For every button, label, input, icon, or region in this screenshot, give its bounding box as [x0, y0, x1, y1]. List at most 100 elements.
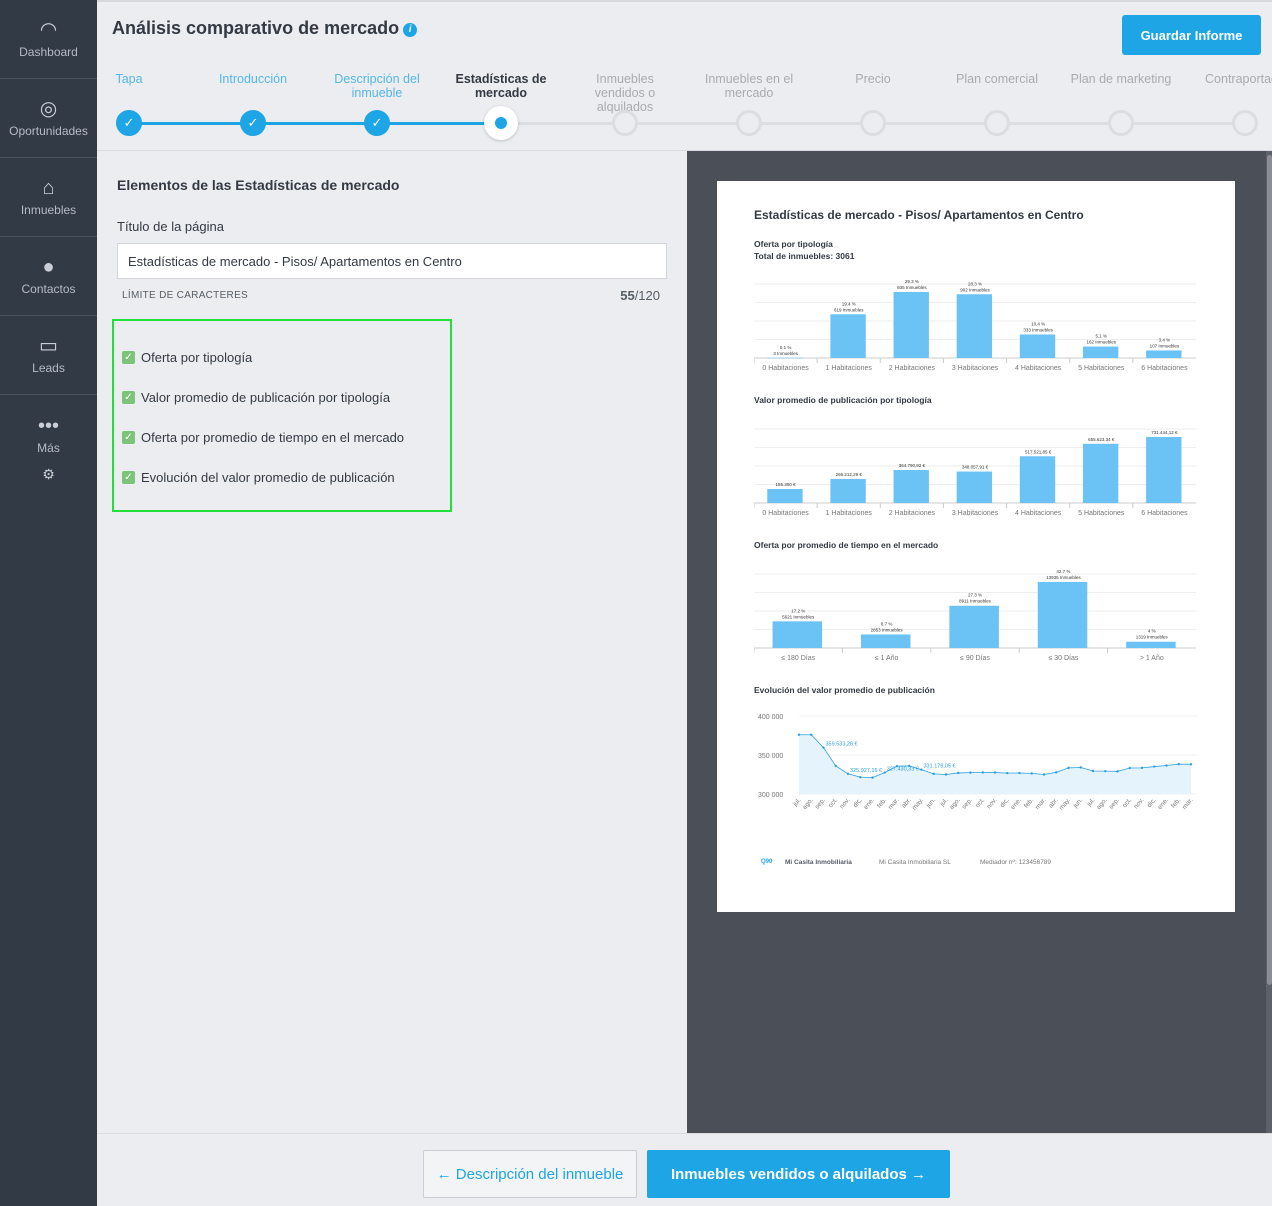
- sidebar-item-contactos[interactable]: ● Contactos: [0, 237, 97, 316]
- sidebar-item-leads[interactable]: ▭ Leads: [0, 316, 97, 395]
- data-point: [920, 768, 923, 771]
- x-tick-label: 6 Habitaciones: [1141, 365, 1188, 372]
- preview-page: Estadísticas de mercado - Pisos/ Apartam…: [717, 181, 1235, 912]
- data-label-percent: 3.4 %: [1159, 337, 1171, 342]
- sidebar: ◠ Dashboard ◎ Oportunidades ⌂ Inmuebles ● Co…: [0, 0, 97, 1206]
- step-label[interactable]: Plan de marketing: [1066, 72, 1176, 86]
- option-oferta-tipologia[interactable]: ✓ Oferta por tipología: [122, 350, 252, 365]
- option-tiempo-mercado[interactable]: ✓ Oferta por promedio de tiempo en el mer…: [122, 430, 404, 445]
- data-label-percent: 28.3 %: [968, 281, 982, 286]
- step-label[interactable]: Contraportada: [1190, 72, 1272, 86]
- step-label[interactable]: Descripción del inmueble: [322, 72, 432, 100]
- data-point: [1128, 766, 1131, 770]
- data-point: [1116, 770, 1119, 773]
- chart-title: Oferta por tipología: [754, 239, 833, 249]
- data-label-count: 1319 Inmuebles: [1136, 635, 1169, 640]
- gear-icon: ⚙: [42, 466, 55, 482]
- data-point: [1067, 766, 1070, 770]
- x-tick-label: oct.: [827, 797, 839, 810]
- bar: [1146, 436, 1182, 503]
- step-marker[interactable]: [484, 106, 518, 140]
- step-label[interactable]: Inmuebles en el mercado: [694, 72, 804, 100]
- page-title-input[interactable]: [117, 243, 667, 279]
- data-label-count: 162 Inmuebles: [1087, 340, 1117, 345]
- sidebar-item-oportunidades[interactable]: ◎ Oportunidades: [0, 79, 97, 158]
- checkbox-checked-icon[interactable]: ✓: [122, 391, 135, 404]
- next-button[interactable]: Inmuebles vendidos o alquilados →: [647, 1150, 950, 1198]
- checkbox-checked-icon[interactable]: ✓: [122, 471, 135, 484]
- step-label[interactable]: Introducción: [198, 72, 308, 86]
- x-tick-label: 5 Habitaciones: [1078, 510, 1125, 517]
- dots-icon: •••: [37, 414, 59, 437]
- option-valor-promedio[interactable]: ✓ Valor promedio de publicación por tipol…: [122, 390, 390, 405]
- data-label-count: 935 Inmuebles: [897, 285, 927, 290]
- x-tick-label: 1 Habitaciones: [826, 510, 873, 517]
- bar: [772, 621, 823, 648]
- stepper-connector: [873, 122, 997, 125]
- data-point: [871, 776, 874, 779]
- x-tick-label: 0 Habitaciones: [762, 510, 809, 517]
- preview-scrollbar[interactable]: [1266, 151, 1272, 1133]
- step-check-icon[interactable]: ✓: [240, 110, 266, 136]
- data-point: [797, 733, 801, 736]
- data-point: [1079, 766, 1082, 769]
- inbox-icon: ▭: [39, 335, 58, 357]
- chart-oferta-tipologia: 0 Habitaciones 0.1 %3 Inmuebles 1 Habitaci…: [754, 279, 1196, 372]
- chart-title: Oferta por promedio de tiempo en el merc…: [754, 540, 939, 550]
- data-point: [1006, 771, 1009, 775]
- step-marker[interactable]: [1232, 110, 1258, 136]
- save-report-button[interactable]: Guardar Informe: [1122, 15, 1261, 55]
- step-marker[interactable]: [1108, 110, 1134, 136]
- back-button[interactable]: ← Descripción del inmueble: [423, 1150, 637, 1198]
- stepper-connector: [625, 122, 749, 125]
- bar: [767, 357, 803, 359]
- x-tick-label: 2 Habitaciones: [889, 365, 936, 372]
- step-check-icon[interactable]: ✓: [364, 110, 390, 136]
- data-point: [822, 746, 825, 749]
- data-label-count: 2853 Inmuebles: [871, 627, 904, 632]
- char-counter: 55/120: [620, 288, 660, 303]
- x-tick-label: sep.: [814, 797, 827, 811]
- x-tick-label: 1 Habitaciones: [826, 365, 873, 372]
- page-title-label: Título de la página: [117, 219, 224, 234]
- checkbox-checked-icon[interactable]: ✓: [122, 351, 135, 364]
- data-label: 327.430,33 €: [887, 767, 919, 773]
- data-label-value: 364.790,92 €: [899, 463, 926, 468]
- x-tick-label: > 1 Año: [1140, 655, 1164, 662]
- bar: [1146, 350, 1182, 358]
- data-label: 325.927,16 €: [850, 768, 882, 774]
- data-label-value: 731.444,12 €: [1151, 430, 1178, 435]
- x-tick-label: ene.: [1157, 797, 1171, 811]
- sidebar-item-dashboard[interactable]: ◠ Dashboard: [0, 0, 97, 79]
- data-point: [944, 773, 948, 776]
- x-tick-label: oct.: [1121, 797, 1133, 810]
- data-point: [1091, 769, 1095, 773]
- sidebar-item-inmuebles[interactable]: ⌂ Inmuebles: [0, 158, 97, 237]
- data-label-count: 13935 Inmuebles: [1046, 575, 1081, 580]
- stepper-connector: [997, 122, 1121, 125]
- checkbox-checked-icon[interactable]: ✓: [122, 431, 135, 444]
- step-marker[interactable]: [736, 110, 762, 136]
- scrollbar-thumb[interactable]: [1267, 155, 1272, 985]
- data-point: [932, 772, 935, 776]
- chart-evolucion-valor: 400 000350 000300 000jul.ago.sep. oct. nov…: [758, 714, 1197, 812]
- data-label-percent: 0.1 %: [780, 345, 792, 350]
- step-label[interactable]: Tapa: [74, 72, 184, 86]
- step-marker[interactable]: [984, 110, 1010, 136]
- step-label[interactable]: Plan comercial: [942, 72, 1052, 86]
- arrow-left-icon: ←: [436, 1165, 456, 1183]
- step-label[interactable]: Estadísticas de mercado: [446, 72, 556, 100]
- step-label[interactable]: Inmuebles vendidos o alquilados: [570, 72, 680, 114]
- step-marker[interactable]: [612, 110, 638, 136]
- data-point: [957, 771, 960, 775]
- settings-button[interactable]: ⚙: [0, 454, 97, 494]
- y-tick-label: 300 000: [758, 792, 783, 799]
- step-label[interactable]: Precio: [818, 72, 928, 86]
- info-icon[interactable]: i: [403, 23, 418, 37]
- x-tick-label: ene.: [1010, 797, 1024, 811]
- data-point: [993, 771, 997, 774]
- x-tick-label: ene.: [863, 797, 877, 811]
- step-check-icon[interactable]: ✓: [116, 110, 142, 136]
- option-evolucion-valor[interactable]: ✓ Evolución del valor promedio de publica…: [122, 470, 395, 485]
- step-marker[interactable]: [860, 110, 886, 136]
